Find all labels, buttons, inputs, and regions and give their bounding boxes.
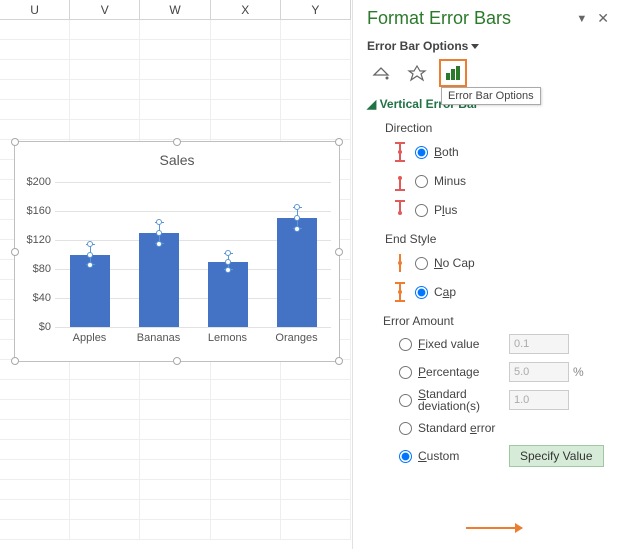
col-header-w[interactable]: W <box>140 0 210 19</box>
bar-chart-icon[interactable] <box>439 59 467 87</box>
amount-stddev-radio[interactable] <box>399 394 412 407</box>
specify-value-button[interactable]: Specify Value <box>509 445 604 467</box>
col-header-y[interactable]: Y <box>281 0 351 19</box>
caret-icon[interactable]: ◢ <box>367 97 376 111</box>
resize-handle[interactable] <box>173 138 181 146</box>
direction-minus-radio[interactable] <box>415 175 428 188</box>
resize-handle[interactable] <box>11 357 19 365</box>
plus-icon <box>385 199 415 221</box>
col-header-x[interactable]: X <box>211 0 281 19</box>
annotation-arrow <box>466 527 522 529</box>
endstyle-nocap-radio[interactable] <box>415 257 428 270</box>
amount-fixed-label: Fixed value <box>418 337 479 351</box>
x-axis-labels: ApplesBananasLemonsOranges <box>55 332 331 344</box>
direction-plus-radio[interactable] <box>415 204 428 217</box>
error-amount-heading: Error Amount <box>383 314 609 328</box>
chevron-down-icon[interactable]: ▼ <box>576 13 587 25</box>
resize-handle[interactable] <box>11 138 19 146</box>
cap-icon <box>385 281 415 303</box>
nocap-icon <box>385 252 415 274</box>
resize-handle[interactable] <box>173 357 181 365</box>
col-header-u[interactable]: U <box>0 0 70 19</box>
effects-icon[interactable] <box>403 59 431 87</box>
amount-custom-radio[interactable] <box>399 450 412 463</box>
resize-handle[interactable] <box>335 248 343 256</box>
close-icon[interactable]: ✕ <box>597 10 609 27</box>
format-error-bars-panel: Format Error Bars ▼ ✕ Error Bar Options … <box>352 0 619 549</box>
resize-handle[interactable] <box>335 138 343 146</box>
amount-fixed-radio[interactable] <box>399 338 412 351</box>
amount-stderr-radio[interactable] <box>399 422 412 435</box>
col-header-v[interactable]: V <box>70 0 140 19</box>
chart-title[interactable]: Sales <box>15 152 339 168</box>
direction-both-radio[interactable] <box>415 146 428 159</box>
amount-custom-label: Custom <box>418 449 459 463</box>
chart-plot-area[interactable]: $0$40$80$120$160$200 <box>55 182 331 327</box>
percentage-input[interactable] <box>509 362 569 382</box>
direction-both-label: Both <box>434 145 459 159</box>
endstyle-cap-radio[interactable] <box>415 286 428 299</box>
endstyle-heading: End Style <box>385 232 609 246</box>
amount-percentage-radio[interactable] <box>399 366 412 379</box>
direction-heading: Direction <box>385 121 609 135</box>
fill-icon[interactable] <box>367 59 395 87</box>
direction-plus-label: Plus <box>434 203 457 217</box>
column-headers[interactable]: U V W X Y <box>0 0 351 20</box>
direction-minus-label: Minus <box>434 174 466 188</box>
amount-stderr-label: Standard error <box>418 421 495 435</box>
endstyle-nocap-label: No Cap <box>434 256 475 270</box>
resize-handle[interactable] <box>335 357 343 365</box>
minus-icon <box>385 170 415 192</box>
error-bar-options-label: Error Bar Options <box>367 39 468 53</box>
amount-stddev-label: Standarddeviation(s) <box>418 388 480 412</box>
tooltip: Error Bar Options <box>441 87 541 105</box>
stddev-input[interactable] <box>509 390 569 410</box>
both-icon <box>385 141 415 163</box>
panel-title: Format Error Bars <box>367 8 511 29</box>
resize-handle[interactable] <box>11 248 19 256</box>
error-bar-options-dropdown[interactable]: Error Bar Options <box>367 39 609 53</box>
endstyle-cap-label: Cap <box>434 285 456 299</box>
amount-percentage-label: Percentage <box>418 365 479 379</box>
chevron-down-icon <box>471 44 479 49</box>
fixed-value-input[interactable] <box>509 334 569 354</box>
percent-sign: % <box>573 365 584 379</box>
chart-container[interactable]: Sales $0$40$80$120$160$200 ApplesBananas… <box>14 141 340 362</box>
